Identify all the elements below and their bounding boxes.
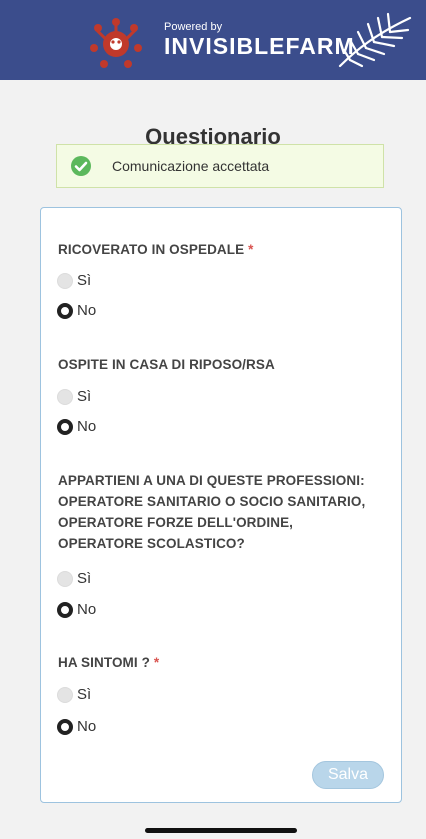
questionnaire-form: RICOVERATO IN OSPEDALE * Sì No OSPITE IN… xyxy=(40,207,402,803)
leaf-logo-icon xyxy=(338,12,412,68)
question-text-line: OPERATORE SCOLASTICO? xyxy=(58,536,245,551)
home-indicator[interactable] xyxy=(145,828,297,833)
powered-by-label: Powered by xyxy=(164,21,223,33)
check-circle-icon xyxy=(71,156,91,176)
required-marker: * xyxy=(248,242,254,257)
option-label: Sì xyxy=(77,388,92,405)
brand-block: Powered by INVISIBLEFARM xyxy=(164,21,355,60)
question-text-line: OPERATORE FORZE DELL'ORDINE, xyxy=(58,515,294,530)
radio-option-ospite-si[interactable]: Sì xyxy=(57,388,91,405)
radio-option-ospite-no[interactable]: No xyxy=(57,418,96,435)
question-text: HA SINTOMI ? xyxy=(58,655,150,670)
save-button[interactable]: Salva xyxy=(312,761,384,789)
radio-unselected[interactable] xyxy=(57,686,73,703)
radio-option-professioni-si[interactable]: Sì xyxy=(57,570,91,587)
option-label: No xyxy=(77,418,97,435)
radio-unselected[interactable] xyxy=(57,388,73,405)
option-label: Sì xyxy=(77,570,92,587)
option-label: Sì xyxy=(77,686,92,703)
radio-selected[interactable] xyxy=(57,601,73,618)
radio-option-ricoverato-no[interactable]: No xyxy=(57,302,96,319)
question-label-ricoverato: RICOVERATO IN OSPEDALE * xyxy=(58,239,253,260)
radio-unselected[interactable] xyxy=(57,272,73,289)
app-header: Powered by INVISIBLEFARM xyxy=(0,0,426,80)
option-label: Sì xyxy=(77,272,92,289)
option-label: No xyxy=(77,718,97,735)
question-label-ospite: OSPITE IN CASA DI RIPOSO/RSA xyxy=(58,354,275,375)
required-marker: * xyxy=(153,655,160,670)
radio-option-ricoverato-si[interactable]: Sì xyxy=(57,272,91,289)
radio-option-professioni-no[interactable]: No xyxy=(57,601,96,618)
question-text: OSPITE IN CASA DI RIPOSO/RSA xyxy=(58,357,275,372)
option-label: No xyxy=(77,302,97,319)
question-text: RICOVERATO IN OSPEDALE xyxy=(58,242,245,257)
radio-option-sintomi-no[interactable]: No xyxy=(57,718,96,735)
virus-logo-icon xyxy=(90,18,142,68)
question-label-professioni: APPARTIENI A UNA DI QUESTE PROFESSIONI: … xyxy=(58,470,365,554)
radio-option-sintomi-si[interactable]: Sì xyxy=(57,686,91,703)
radio-unselected[interactable] xyxy=(57,570,73,587)
option-label: No xyxy=(77,601,97,618)
radio-selected[interactable] xyxy=(57,418,73,435)
success-alert: Comunicazione accettata xyxy=(56,144,384,188)
question-text-line: APPARTIENI A UNA DI QUESTE PROFESSIONI: xyxy=(58,473,365,488)
alert-message: Comunicazione accettata xyxy=(112,158,270,174)
question-label-sintomi: HA SINTOMI ? * xyxy=(58,652,159,673)
radio-selected[interactable] xyxy=(57,302,73,319)
radio-selected[interactable] xyxy=(57,718,73,735)
brand-name: INVISIBLEFARM xyxy=(164,33,355,59)
question-text-line: OPERATORE SANITARIO O SOCIO SANITARIO, xyxy=(58,494,366,509)
